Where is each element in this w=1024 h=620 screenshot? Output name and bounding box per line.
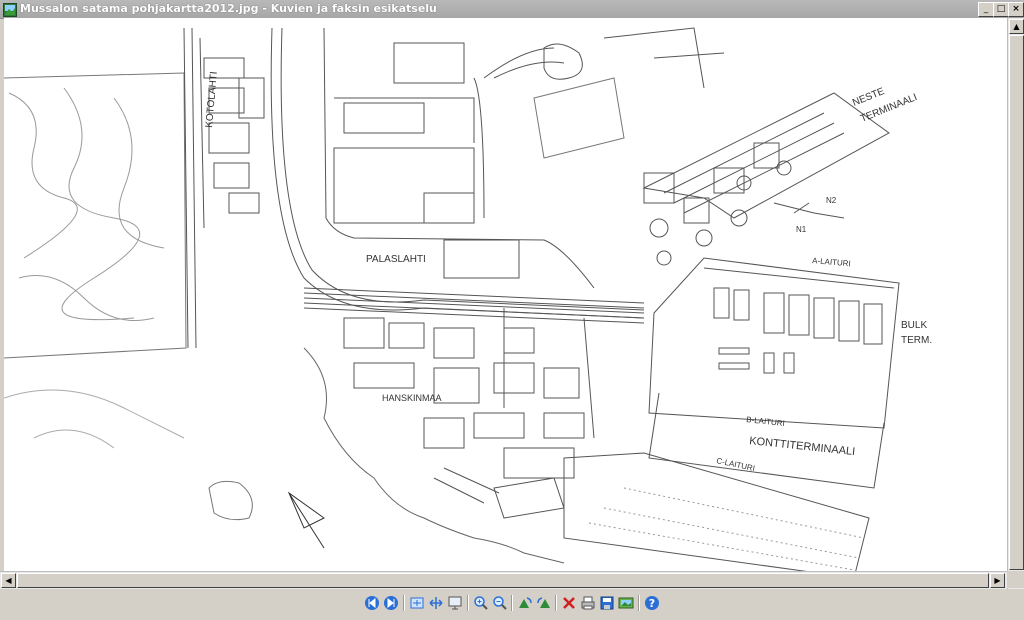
next-icon bbox=[384, 596, 398, 610]
harbour-map-image: KOTOLAHTI PALASLAHTI HANSKINMAA NESTE TE… bbox=[4, 27, 932, 571]
best-fit-icon bbox=[410, 597, 424, 609]
map-label-n2: N2 bbox=[826, 196, 837, 205]
delete-button[interactable] bbox=[561, 595, 577, 611]
previous-icon bbox=[365, 596, 379, 610]
title-bar[interactable]: Mussalon satama pohjakartta2012.jpg - Ku… bbox=[0, 0, 1024, 19]
zoom-out-button[interactable] bbox=[492, 595, 508, 611]
minimize-button[interactable]: _ bbox=[978, 2, 994, 17]
close-button[interactable]: × bbox=[1008, 2, 1024, 17]
print-icon bbox=[581, 596, 595, 610]
save-button[interactable] bbox=[599, 595, 615, 611]
zoom-in-button[interactable] bbox=[473, 595, 489, 611]
map-label-n1: N1 bbox=[796, 225, 807, 234]
map-label-c-laituri: C-LAITURI bbox=[716, 456, 756, 473]
map-label-b-laituri: B-LAITURI bbox=[746, 415, 785, 428]
horizontal-scroll-thumb[interactable] bbox=[17, 573, 989, 588]
help-icon: ? bbox=[645, 596, 659, 610]
map-label-hanskinmaa: HANSKINMAA bbox=[382, 393, 442, 403]
window-title: Mussalon satama pohjakartta2012.jpg - Ku… bbox=[20, 2, 437, 15]
slideshow-button[interactable] bbox=[447, 595, 463, 611]
horizontal-scrollbar[interactable]: ◀ ▶ bbox=[0, 571, 1007, 589]
rotate-clockwise-button[interactable] bbox=[517, 595, 533, 611]
zoom-out-icon bbox=[493, 596, 507, 610]
toolbar-separator bbox=[403, 595, 405, 611]
vertical-scroll-thumb[interactable] bbox=[1009, 35, 1024, 570]
help-button[interactable]: ? bbox=[644, 595, 660, 611]
toolbar-separator bbox=[467, 595, 469, 611]
actual-size-icon bbox=[429, 597, 443, 609]
map-label-bulk-2: TERM. bbox=[901, 335, 932, 346]
zoom-in-icon bbox=[474, 596, 488, 610]
save-icon bbox=[600, 596, 614, 610]
scroll-up-arrow-icon[interactable]: ▲ bbox=[1009, 19, 1024, 34]
vertical-scrollbar[interactable]: ▲ ▼ bbox=[1007, 18, 1024, 589]
print-button[interactable] bbox=[580, 595, 596, 611]
map-label-kotolahti: KOTOLAHTI bbox=[204, 71, 220, 128]
map-label-palaslahti: PALASLAHTI bbox=[366, 254, 426, 265]
open-for-editing-button[interactable] bbox=[618, 595, 634, 611]
app-icon bbox=[3, 2, 17, 17]
toolbar-separator bbox=[511, 595, 513, 611]
scroll-left-arrow-icon[interactable]: ◀ bbox=[1, 573, 16, 588]
svg-text:?: ? bbox=[649, 597, 655, 610]
rotate-counterclockwise-button[interactable] bbox=[536, 595, 552, 611]
next-image-button[interactable] bbox=[383, 595, 399, 611]
scrollbar-corner bbox=[1007, 571, 1024, 588]
map-label-konttiterminaali: KONTTITERMINAALI bbox=[749, 435, 856, 458]
image-viewport[interactable]: KOTOLAHTI PALASLAHTI HANSKINMAA NESTE TE… bbox=[4, 18, 1007, 571]
edit-icon bbox=[618, 597, 634, 609]
previous-image-button[interactable] bbox=[364, 595, 380, 611]
map-label-a-laituri: A-LAITURI bbox=[812, 256, 851, 268]
best-fit-button[interactable] bbox=[409, 595, 425, 611]
slideshow-icon bbox=[448, 596, 462, 610]
viewer-toolbar: ? bbox=[0, 589, 1024, 620]
actual-size-button[interactable] bbox=[428, 595, 444, 611]
rotate-clockwise-icon bbox=[519, 597, 532, 608]
map-label-bulk-1: BULK bbox=[901, 320, 927, 331]
scroll-right-arrow-icon[interactable]: ▶ bbox=[990, 573, 1005, 588]
rotate-counterclockwise-icon bbox=[537, 597, 550, 608]
toolbar-separator bbox=[555, 595, 557, 611]
delete-icon bbox=[563, 597, 575, 609]
maximize-button[interactable]: □ bbox=[993, 2, 1009, 17]
toolbar-separator bbox=[638, 595, 640, 611]
